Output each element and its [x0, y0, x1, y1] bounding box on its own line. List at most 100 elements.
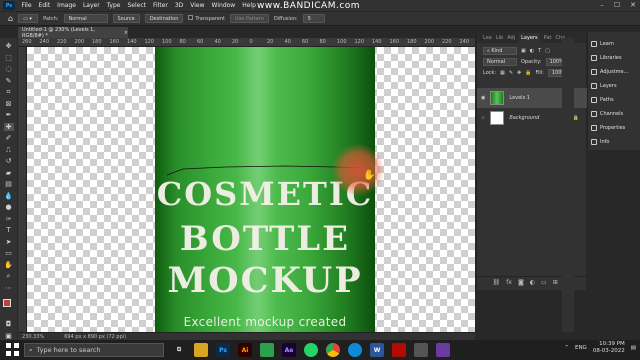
eraser-tool-icon[interactable]: ▰ — [4, 169, 14, 178]
language-indicator[interactable]: ENG — [575, 345, 587, 351]
menu-type[interactable]: Type — [103, 2, 124, 9]
clock[interactable]: 10:39 PM 08-03-2022 — [593, 341, 625, 355]
screen-mode-icon[interactable]: ▣ — [4, 332, 14, 341]
stamp-tool-icon[interactable]: ⎍ — [4, 146, 14, 155]
menu-edit[interactable]: Edit — [35, 2, 54, 9]
acrobat-taskbar-icon[interactable] — [392, 343, 406, 357]
edge-taskbar-icon[interactable] — [348, 343, 362, 357]
crop-tool-icon[interactable]: ⌗ — [4, 88, 14, 97]
close-tab-icon[interactable]: × — [124, 30, 128, 36]
lock-image-icon[interactable]: ✎ — [509, 70, 513, 76]
transparent-checkbox-box[interactable] — [188, 15, 194, 20]
dock-learn[interactable]: Learn — [588, 37, 640, 51]
taskbar-search-input[interactable]: ⌕ Type here to search — [24, 343, 164, 357]
history-brush-icon[interactable]: ↺ — [4, 157, 14, 166]
tab-paths[interactable]: Pat — [544, 35, 552, 41]
tab-libraries[interactable]: Lib — [496, 35, 503, 41]
visibility-eye-icon[interactable]: ◉ — [481, 95, 485, 101]
add-mask-icon[interactable]: ◙ — [518, 279, 524, 286]
task-view-icon[interactable]: ⧉ — [172, 343, 186, 357]
more-tools-icon[interactable]: ⋯ — [4, 284, 14, 293]
maximize-icon[interactable]: ☐ — [614, 1, 620, 9]
lasso-tool-icon[interactable]: ◌ — [4, 65, 14, 74]
color-swatches[interactable] — [2, 299, 15, 311]
word-taskbar-icon[interactable]: W — [370, 343, 384, 357]
tab-learn[interactable]: Lea — [483, 35, 492, 41]
marquee-tool-icon[interactable]: ⬚ — [4, 54, 14, 63]
filter-type-icon[interactable]: T — [538, 48, 541, 54]
menu-filter[interactable]: Filter — [150, 2, 172, 9]
close-window-icon[interactable]: ✕ — [630, 1, 636, 9]
document-tab[interactable]: Untitled-1 @ 230% (Levels 1, RGB/8#) * × — [18, 27, 128, 39]
patch-tool-icon[interactable]: ✚ — [3, 122, 14, 131]
illustrator-taskbar-icon[interactable]: Ai — [238, 343, 252, 357]
source-button[interactable]: Source — [112, 14, 140, 23]
lock-transparency-icon[interactable]: ▦ — [500, 70, 505, 76]
fx-icon[interactable]: fx — [506, 279, 512, 286]
notifications-icon[interactable]: ▤ — [631, 345, 636, 351]
menu-image[interactable]: Image — [54, 2, 80, 9]
patch-mode-select[interactable]: Normal — [63, 14, 108, 23]
menu-layer[interactable]: Layer — [79, 2, 103, 9]
menu-window[interactable]: Window — [208, 2, 239, 9]
new-layer-icon[interactable]: ⊞ — [553, 279, 558, 286]
tool-preset-picker[interactable]: ▭ ▾ — [18, 14, 39, 23]
filter-pixel-icon[interactable]: ▣ — [521, 48, 526, 54]
brush-tool-icon[interactable]: ✐ — [4, 134, 14, 143]
type-tool-icon[interactable]: T — [4, 226, 14, 235]
tray-chevron-icon[interactable]: ⌃ — [564, 345, 569, 351]
move-tool-icon[interactable]: ✥ — [4, 42, 14, 51]
left-ruler[interactable] — [18, 47, 27, 332]
lock-position-icon[interactable]: ✥ — [517, 70, 521, 76]
blur-tool-icon[interactable]: 💧 — [4, 192, 14, 201]
dock-layers[interactable]: Layers — [588, 79, 640, 93]
dodge-tool-icon[interactable]: ● — [4, 203, 14, 212]
dock-libraries[interactable]: Libraries — [588, 51, 640, 65]
filter-adjustment-icon[interactable]: ◐ — [530, 48, 534, 54]
home-icon[interactable]: ⌂ — [8, 14, 13, 23]
pen-tool-icon[interactable]: ✑ — [4, 215, 14, 224]
menu-select[interactable]: Select — [124, 2, 150, 9]
menu-view[interactable]: View — [187, 2, 208, 9]
tab-layers[interactable]: Layers — [519, 32, 540, 43]
visibility-eye-icon[interactable]: ◉ — [481, 115, 485, 121]
destination-button[interactable]: Destination — [144, 14, 184, 23]
dock-properties[interactable]: Properties — [588, 121, 640, 135]
dock-adjustments[interactable]: Adjustme... — [588, 65, 640, 79]
lock-all-icon[interactable]: 🔒 — [525, 70, 531, 76]
chrome-taskbar-icon[interactable] — [326, 343, 340, 357]
menu-file[interactable]: File — [18, 2, 35, 9]
photoshop-taskbar-icon[interactable]: Ps — [216, 343, 230, 357]
quick-mask-icon[interactable]: ◘ — [4, 320, 14, 329]
dock-paths[interactable]: Paths — [588, 93, 640, 107]
path-select-tool-icon[interactable]: ➤ — [4, 238, 14, 247]
hand-tool-icon[interactable]: ✋ — [4, 261, 14, 270]
blend-mode-select[interactable]: Normal — [483, 57, 517, 66]
media-taskbar-icon[interactable] — [414, 343, 428, 357]
rectangle-tool-icon[interactable]: ▭ — [4, 249, 14, 258]
whatsapp-taskbar-icon[interactable] — [304, 343, 318, 357]
adjustment-layer-icon[interactable]: ◐ — [530, 279, 535, 286]
photoshop-logo-icon[interactable]: Ps — [3, 1, 15, 10]
layer-kind-filter[interactable]: ⌕ Kind — [483, 46, 517, 55]
document-canvas[interactable]: COSMETIC BOTTLE MOCKUP Excellent mockup … — [27, 47, 475, 332]
dock-channels[interactable]: Channels — [588, 107, 640, 121]
app-taskbar-icon[interactable] — [260, 343, 274, 357]
eyedropper-tool-icon[interactable]: ✒ — [4, 111, 14, 120]
use-pattern-button[interactable]: Use Pattern — [230, 14, 269, 23]
quick-select-tool-icon[interactable]: ✎ — [4, 77, 14, 86]
frame-tool-icon[interactable]: ⊠ — [4, 100, 14, 109]
dock-info[interactable]: Info — [588, 135, 640, 149]
app2-taskbar-icon[interactable] — [436, 343, 450, 357]
minimize-icon[interactable]: – — [600, 1, 604, 9]
link-layers-icon[interactable]: ⛓ — [493, 279, 501, 286]
foreground-color-swatch[interactable] — [2, 299, 11, 307]
transparent-checkbox[interactable]: Transparent — [188, 15, 225, 22]
gradient-tool-icon[interactable]: ▤ — [4, 180, 14, 189]
filter-shape-icon[interactable]: ▢ — [545, 48, 550, 54]
diffusion-input[interactable]: 5 — [302, 14, 325, 23]
tab-adjustments[interactable]: Adj — [507, 35, 515, 41]
menu-3d[interactable]: 3D — [171, 2, 186, 9]
zoom-tool-icon[interactable]: ⌕ — [4, 272, 14, 281]
file-explorer-icon[interactable] — [194, 343, 208, 357]
